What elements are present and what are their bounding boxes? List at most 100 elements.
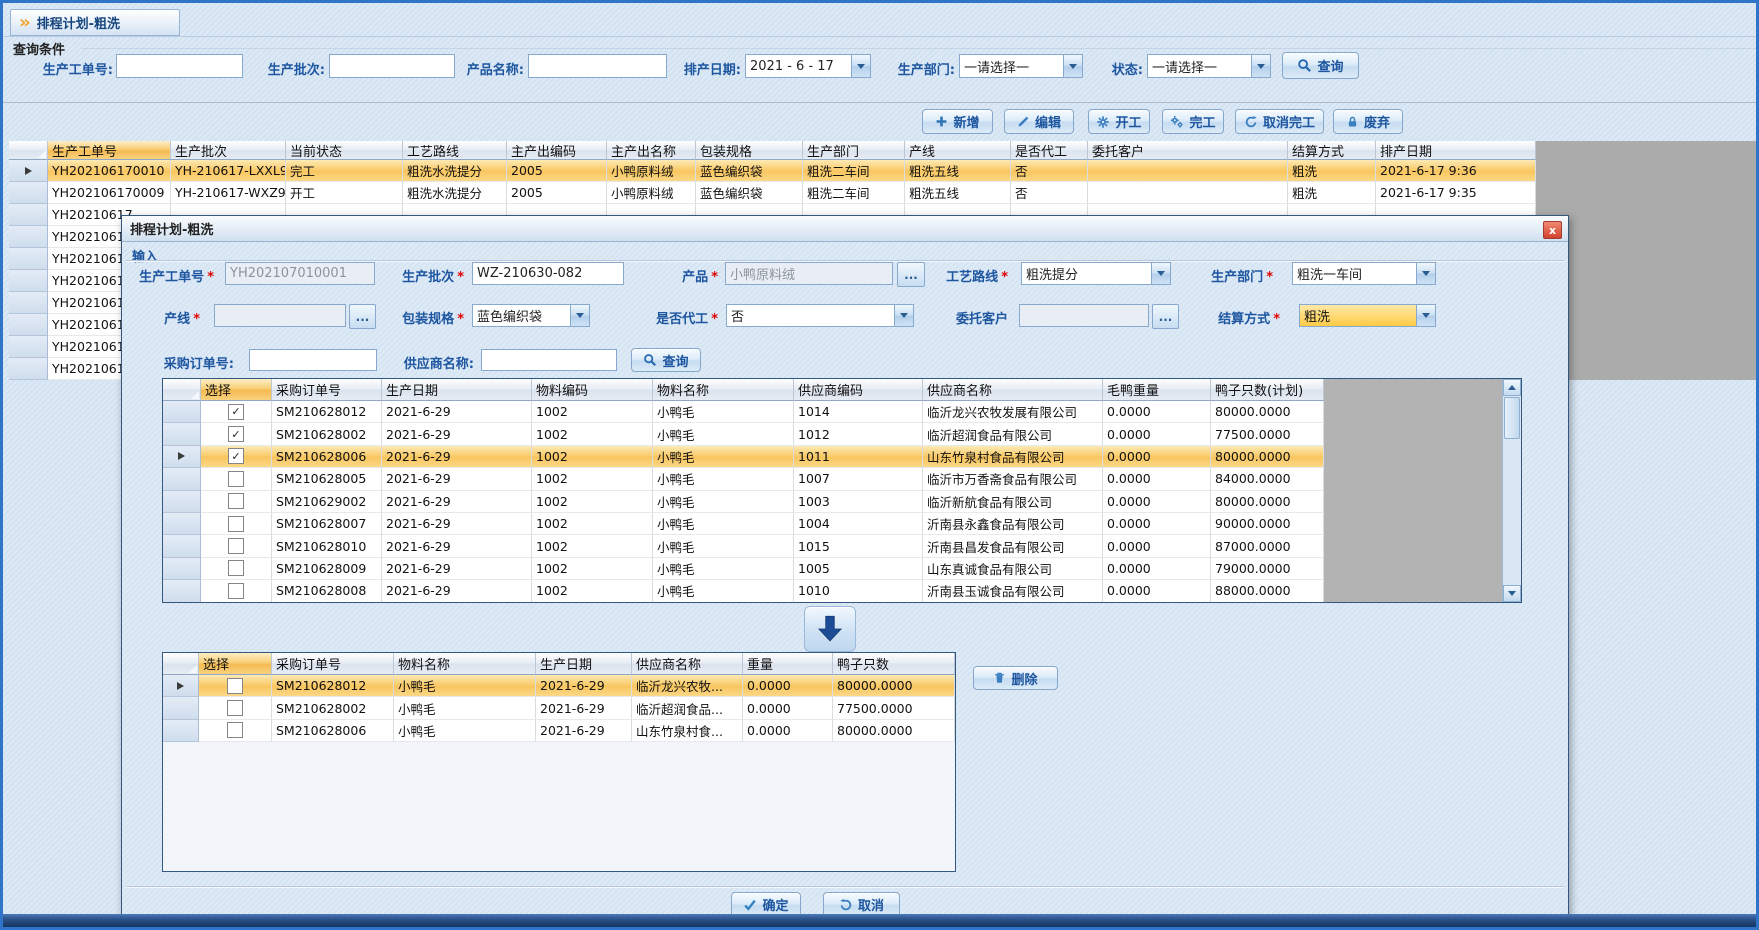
column-header[interactable]: 采购订单号: [272, 653, 394, 675]
table-row[interactable]: SM210628006小鸭毛2021-6-29山东竹泉村食...0.000080…: [163, 720, 955, 742]
column-header[interactable]: 供应商名称: [632, 653, 743, 675]
table-row[interactable]: ✓SM2106280062021-6-291002小鸭毛1011山东竹泉村食品有…: [163, 446, 1324, 468]
row-checkbox[interactable]: [227, 678, 243, 694]
column-header[interactable]: 物料名称: [394, 653, 536, 675]
line-input[interactable]: [214, 304, 346, 327]
chevron-down-icon[interactable]: [570, 305, 589, 326]
column-header[interactable]: 供应商编码: [794, 379, 923, 401]
client-input[interactable]: [1019, 304, 1149, 327]
close-icon[interactable]: x: [1543, 221, 1562, 239]
dialog-title-bar[interactable]: 排程计划-粗洗: [122, 216, 1568, 242]
column-header[interactable]: 结算方式: [1288, 141, 1376, 160]
search-button[interactable]: 查询: [1282, 52, 1359, 79]
chevron-down-icon[interactable]: [1416, 263, 1435, 284]
finish-work-button[interactable]: 完工: [1162, 109, 1224, 134]
column-header[interactable]: 主产出名称: [607, 141, 696, 160]
column-header[interactable]: 鸭子只数(计划): [1211, 379, 1324, 401]
row-selector[interactable]: [163, 675, 199, 697]
row-selector[interactable]: [163, 491, 201, 513]
supplier-search-input[interactable]: [481, 349, 617, 371]
column-header[interactable]: 重量: [743, 653, 833, 675]
column-header[interactable]: 生产部门: [803, 141, 905, 160]
chevron-down-icon[interactable]: [1251, 55, 1270, 77]
table-row[interactable]: SM2106280052021-6-291002小鸭毛1007临沂市万香斋食品有…: [163, 468, 1324, 490]
column-header[interactable]: 供应商名称: [923, 379, 1103, 401]
vertical-scrollbar[interactable]: [1502, 379, 1521, 602]
row-selector[interactable]: [9, 182, 48, 204]
row-selector[interactable]: [9, 314, 48, 336]
column-header[interactable]: 物料名称: [653, 379, 794, 401]
row-selector[interactable]: [9, 226, 48, 248]
column-header[interactable]: 包装规格: [696, 141, 803, 160]
row-selector[interactable]: [163, 580, 201, 602]
row-checkbox[interactable]: ✓: [228, 404, 244, 420]
chevron-down-icon[interactable]: [851, 55, 870, 77]
column-header[interactable]: 主产出编码: [507, 141, 607, 160]
column-header[interactable]: 生产批次: [171, 141, 286, 160]
cancel-finish-button[interactable]: 取消完工: [1235, 109, 1324, 134]
scrollbar-thumb[interactable]: [1504, 397, 1520, 439]
window-tab[interactable]: » 排程计划-粗洗: [10, 9, 180, 36]
table-row[interactable]: ✓SM2106280022021-6-291002小鸭毛1012临沂超润食品有限…: [163, 423, 1324, 445]
row-checkbox[interactable]: [227, 700, 243, 716]
column-header[interactable]: 当前状态: [286, 141, 403, 160]
table-row[interactable]: SM210628002小鸭毛2021-6-29临沂超润食品...0.000077…: [163, 697, 955, 719]
row-checkbox[interactable]: [228, 471, 244, 487]
edit-button[interactable]: 编辑: [1004, 109, 1074, 134]
batch-input[interactable]: [329, 54, 455, 78]
column-header[interactable]: 排产日期: [1376, 141, 1536, 160]
scroll-up-button[interactable]: [1503, 379, 1521, 396]
settlement-select[interactable]: 粗洗: [1299, 304, 1436, 327]
column-header[interactable]: 是否代工: [1011, 141, 1088, 160]
row-selector[interactable]: [163, 423, 201, 445]
client-lookup-button[interactable]: ...: [1152, 304, 1179, 329]
product-input[interactable]: [725, 262, 893, 285]
column-header[interactable]: 生产日期: [536, 653, 632, 675]
row-selector[interactable]: [163, 558, 201, 580]
row-selector[interactable]: [163, 720, 199, 742]
column-header[interactable]: 选择: [201, 379, 272, 401]
row-selector[interactable]: [163, 446, 201, 468]
column-header[interactable]: 采购订单号: [272, 379, 382, 401]
chevron-down-icon[interactable]: [894, 305, 913, 326]
work-order-input[interactable]: [225, 262, 375, 285]
row-checkbox[interactable]: [228, 516, 244, 532]
route-select[interactable]: 粗洗提分: [1021, 262, 1171, 285]
po-search-input[interactable]: [249, 349, 377, 371]
row-checkbox[interactable]: [228, 560, 244, 576]
move-down-button[interactable]: [804, 606, 856, 652]
table-row[interactable]: SM2106290022021-6-291002小鸭毛1003临沂新航食品有限公…: [163, 491, 1324, 513]
line-lookup-button[interactable]: ...: [349, 304, 376, 329]
column-header[interactable]: 鸭子只数: [833, 653, 955, 675]
product-lookup-button[interactable]: ...: [897, 262, 925, 287]
delete-button[interactable]: 删除: [973, 666, 1058, 690]
table-row[interactable]: SM2106280072021-6-291002小鸭毛1004沂南县永鑫食品有限…: [163, 513, 1324, 535]
row-selector[interactable]: [9, 204, 48, 226]
packing-select[interactable]: 蓝色编织袋: [472, 304, 590, 327]
row-selector[interactable]: [163, 535, 201, 557]
row-checkbox[interactable]: ✓: [228, 448, 244, 464]
schedule-date-select[interactable]: 2021 - 6 - 17: [745, 54, 871, 78]
row-selector[interactable]: [9, 292, 48, 314]
department-select[interactable]: 一请选择一: [959, 54, 1083, 78]
outsourced-select[interactable]: 否: [726, 304, 914, 327]
row-checkbox[interactable]: [228, 583, 244, 599]
table-row[interactable]: SM2106280092021-6-291002小鸭毛1005山东真诚食品有限公…: [163, 558, 1324, 580]
table-row[interactable]: SM210628012小鸭毛2021-6-29临沂龙兴农牧...0.000080…: [163, 675, 955, 697]
column-header[interactable]: 物料编码: [532, 379, 653, 401]
row-selector[interactable]: [9, 248, 48, 270]
order-no-input[interactable]: [116, 54, 243, 78]
chevron-down-icon[interactable]: [1416, 305, 1435, 326]
row-selector[interactable]: [9, 336, 48, 358]
row-checkbox[interactable]: [228, 493, 244, 509]
column-header[interactable]: 产线: [905, 141, 1011, 160]
column-header[interactable]: 委托客户: [1088, 141, 1288, 160]
column-header[interactable]: 选择: [199, 653, 272, 675]
table-row[interactable]: YH202106170010YH-210617-LXXL931完工粗洗水洗提分2…: [9, 160, 1536, 182]
table-row[interactable]: SM2106280082021-6-291002小鸭毛1010沂南县玉诚食品有限…: [163, 580, 1324, 602]
table-row[interactable]: ✓SM2106280122021-6-291002小鸭毛1014临沂龙兴农牧发展…: [163, 401, 1324, 423]
column-header[interactable]: 生产日期: [382, 379, 532, 401]
row-selector[interactable]: [163, 697, 199, 719]
column-header[interactable]: 工艺路线: [403, 141, 507, 160]
row-checkbox[interactable]: ✓: [228, 426, 244, 442]
